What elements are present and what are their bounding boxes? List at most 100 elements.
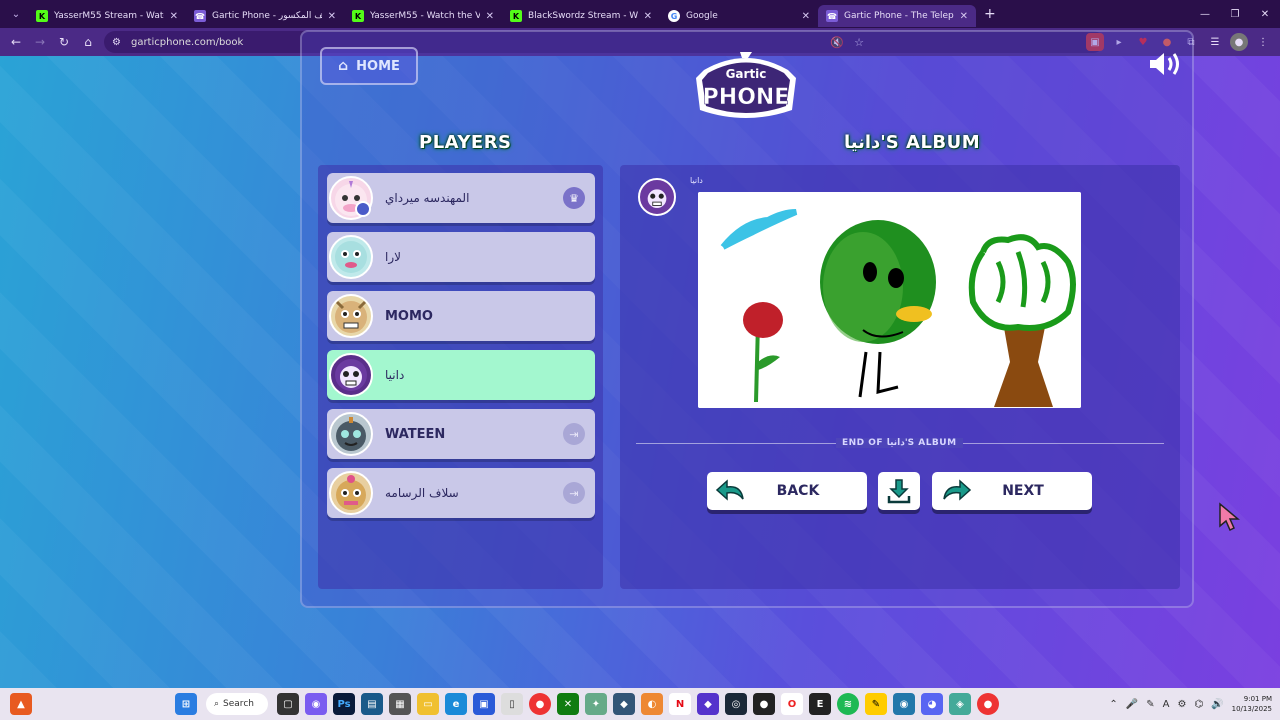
app-icon[interactable]: ▤ <box>361 693 383 715</box>
app-icon[interactable]: ◈ <box>949 693 971 715</box>
close-icon[interactable]: ✕ <box>960 11 968 22</box>
settings-icon[interactable]: ⚙ <box>1177 699 1186 710</box>
player-row[interactable]: MOMO <box>327 291 595 341</box>
restore-icon[interactable]: ❐ <box>1220 9 1250 20</box>
player-name: WATEEN <box>385 426 446 442</box>
reload-icon[interactable]: ↻ <box>52 35 76 49</box>
app-icon[interactable]: ◆ <box>613 693 635 715</box>
browser-tab[interactable]: K BlackSwordz Stream - Watch Li ✕ <box>502 5 660 27</box>
player-row[interactable]: المهندسه ميرداي ♛ <box>327 173 595 223</box>
browser-tab[interactable]: K YasserM55 - Watch the VOD on ✕ <box>344 5 502 27</box>
calculator-icon[interactable]: ▦ <box>389 693 411 715</box>
app-icon[interactable]: ◐ <box>641 693 663 715</box>
browser-tab[interactable]: K YasserM55 Stream - Watch Live ✕ <box>28 5 186 27</box>
font-icon[interactable]: A <box>1163 699 1170 710</box>
album-author-avatar <box>638 178 676 216</box>
speaker-volume-icon[interactable] <box>1148 50 1182 78</box>
task-view-icon[interactable]: ▢ <box>277 693 299 715</box>
minimize-icon[interactable]: — <box>1190 9 1220 20</box>
browser-tab-active[interactable]: ☎ Gartic Phone - The Telephone G ✕ <box>818 5 976 27</box>
close-window-icon[interactable]: ✕ <box>1250 9 1280 20</box>
chevron-up-icon[interactable]: ⌃ <box>1109 699 1117 710</box>
steam-icon[interactable]: ◎ <box>725 693 747 715</box>
back-arrow-icon[interactable]: ← <box>4 35 28 49</box>
player-row[interactable]: لارا <box>327 232 595 282</box>
close-icon[interactable]: ✕ <box>644 11 652 22</box>
player-name: لارا <box>385 250 401 264</box>
store-icon[interactable]: ▣ <box>473 693 495 715</box>
download-button[interactable] <box>878 472 920 510</box>
crown-icon: ♛ <box>563 187 585 209</box>
network-icon[interactable]: ⌬ <box>1194 699 1203 710</box>
avatar <box>329 294 373 338</box>
avatar <box>329 412 373 456</box>
app-icon[interactable]: ✎ <box>865 693 887 715</box>
back-button[interactable]: BACK <box>707 472 867 510</box>
menu-kebab-icon[interactable]: ⋮ <box>1254 33 1272 51</box>
file-explorer-icon[interactable]: ▭ <box>417 693 439 715</box>
end-of-album-label: END OF دانيا'S ALBUM <box>836 438 963 448</box>
player-row[interactable]: سلاف الرسامه ⇥ <box>327 468 595 518</box>
notepad-icon[interactable]: ▯ <box>501 693 523 715</box>
clock[interactable]: 9:01 PM 10/13/2025 <box>1232 694 1272 714</box>
player-name: المهندسه ميرداي <box>385 191 470 205</box>
next-button[interactable]: NEXT <box>932 472 1092 510</box>
album-drawing <box>698 192 1081 408</box>
home-icon[interactable]: ⌂ <box>76 35 100 49</box>
system-tray: ⌃ 🎤 ✎ A ⚙ ⌬ 🔊 9:01 PM 10/13/2025 <box>1109 688 1272 720</box>
profile-avatar[interactable]: ● <box>1230 33 1248 51</box>
next-arrow-icon <box>943 479 972 501</box>
gartic-icon: ☎ <box>194 10 206 22</box>
home-button[interactable]: ⌂ HOME <box>320 47 418 85</box>
window-controls: — ❐ ✕ <box>1190 0 1280 28</box>
back-arrow-icon <box>715 479 744 501</box>
copilot-icon[interactable]: ◉ <box>305 693 327 715</box>
browser-tab[interactable]: ☎ Gartic Phone - الهاتف المكسور ✕ <box>186 5 344 27</box>
opera-icon[interactable]: O <box>781 693 803 715</box>
xbox-icon[interactable]: ✕ <box>557 693 579 715</box>
weather-alert-icon[interactable]: ▲ <box>10 693 32 715</box>
google-icon: G <box>668 10 680 22</box>
players-heading: PLAYERS <box>419 132 512 153</box>
svg-text:Gartic: Gartic <box>726 67 767 81</box>
taskbar-search[interactable]: ⌕ Search <box>206 693 268 715</box>
download-icon <box>887 479 911 504</box>
epic-games-icon[interactable]: E <box>809 693 831 715</box>
discord-icon[interactable]: ◕ <box>921 693 943 715</box>
player-row[interactable]: WATEEN ⇥ <box>327 409 595 459</box>
close-icon[interactable]: ✕ <box>802 11 810 22</box>
chrome-active-icon[interactable]: ● <box>977 693 999 715</box>
microphone-icon[interactable]: 🎤 <box>1126 699 1138 710</box>
spotify-icon[interactable]: ≋ <box>837 693 859 715</box>
photoshop-icon[interactable]: Ps <box>333 693 355 715</box>
app-icon[interactable]: ● <box>753 693 775 715</box>
tab-search-icon[interactable]: ⌄ <box>4 4 28 24</box>
sidebar-icon[interactable]: ☰ <box>1206 33 1224 51</box>
player-row-active[interactable]: دانيا <box>327 350 595 400</box>
netflix-icon[interactable]: N <box>669 693 691 715</box>
exit-icon: ⇥ <box>563 423 585 445</box>
browser-tab[interactable]: G Google ✕ <box>660 5 818 27</box>
forward-arrow-icon[interactable]: → <box>28 35 52 49</box>
app-icon[interactable]: ✦ <box>585 693 607 715</box>
kick-icon: K <box>36 10 48 22</box>
album-author-name: دانيا <box>690 176 703 185</box>
player-name: دانيا <box>385 368 405 382</box>
edge-icon[interactable]: e <box>445 693 467 715</box>
gartic-icon: ☎ <box>826 10 838 22</box>
volume-icon[interactable]: 🔊 <box>1211 699 1223 710</box>
close-icon[interactable]: ✕ <box>170 11 178 22</box>
app-icon[interactable]: ◉ <box>893 693 915 715</box>
chrome-icon[interactable]: ● <box>529 693 551 715</box>
close-icon[interactable]: ✕ <box>486 11 494 22</box>
new-tab-button[interactable]: + <box>984 6 996 22</box>
exit-icon: ⇥ <box>563 482 585 504</box>
player-name: MOMO <box>385 308 433 324</box>
pen-icon[interactable]: ✎ <box>1146 699 1154 710</box>
site-info-icon[interactable]: ⚙ <box>112 37 121 48</box>
close-icon[interactable]: ✕ <box>328 11 336 22</box>
mouse-pointer-icon <box>1219 502 1240 532</box>
start-windows-icon[interactable]: ⊞ <box>175 693 197 715</box>
url-text: garticphone.com/book <box>130 36 244 48</box>
app-icon[interactable]: ◆ <box>697 693 719 715</box>
